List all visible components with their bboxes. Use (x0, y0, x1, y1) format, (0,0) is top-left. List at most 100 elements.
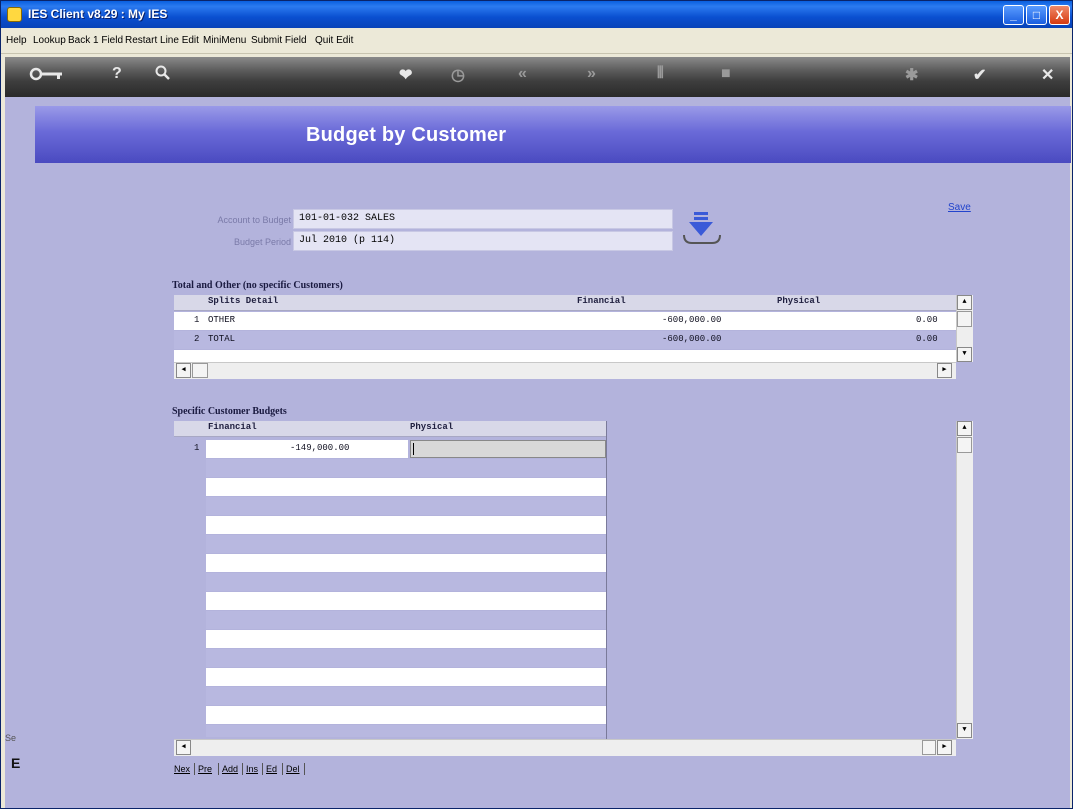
empty-row[interactable] (206, 516, 606, 534)
customers-vscroll[interactable]: ▲ ▼ (956, 421, 973, 739)
menu-bar: Help Lookup Back 1 Field Restart Line Ed… (1, 28, 1072, 54)
key-icon[interactable] (29, 66, 63, 87)
empty-row[interactable] (206, 554, 606, 572)
title-bar[interactable]: IES Client v8.29 : My IES _ □ X (1, 1, 1072, 28)
left-stub-text: Se (5, 733, 17, 743)
table-row[interactable]: 1 OTHER -600,000.00 0.00 (174, 312, 956, 330)
maximize-button[interactable]: □ (1026, 5, 1047, 25)
divider (282, 763, 283, 775)
empty-row[interactable] (206, 611, 606, 629)
fast-forward-icon[interactable]: » (587, 65, 596, 83)
empty-row[interactable] (206, 573, 606, 591)
grid-right-border (606, 421, 607, 739)
scroll-thumb[interactable] (922, 740, 936, 755)
close-button[interactable]: X (1049, 5, 1070, 25)
text-cursor (413, 443, 414, 455)
empty-row[interactable] (206, 478, 606, 496)
scroll-thumb[interactable] (957, 311, 972, 327)
scroll-right-icon[interactable]: ▶ (937, 740, 952, 755)
account-label: Account to Budget (217, 215, 291, 225)
scroll-down-icon[interactable]: ▼ (957, 723, 972, 738)
totals-vscroll[interactable]: ▲ ▼ (956, 295, 973, 362)
scroll-up-icon[interactable]: ▲ (957, 295, 972, 310)
page-banner: Budget by Customer (35, 106, 1071, 163)
empty-row[interactable] (206, 630, 606, 648)
scroll-down-icon[interactable]: ▼ (957, 347, 972, 362)
menu-submit-field[interactable]: Submit Field (251, 35, 307, 46)
table-row[interactable]: 1 -149,000.00 (174, 440, 606, 458)
divider (218, 763, 219, 775)
menu-back-field[interactable]: Back 1 Field (68, 35, 123, 46)
add-button[interactable]: Add (222, 764, 238, 774)
columns-icon[interactable]: ⫴ (657, 65, 664, 83)
left-stub: Se E (5, 721, 35, 806)
edit-button[interactable]: Ed (266, 764, 277, 774)
row-number: 1 (194, 315, 200, 325)
empty-row[interactable] (206, 687, 606, 705)
customers-section-title: Specific Customer Budgets (172, 406, 287, 417)
left-stub-letter: E (11, 755, 21, 771)
close-icon[interactable]: ✕ (1041, 65, 1054, 85)
toolbar: ? ❤ ◷ « » ⫴ ■ ✱ ✔ ✕ (5, 57, 1070, 97)
table-row[interactable]: 2 TOTAL -600,000.00 0.00 (174, 331, 956, 349)
menu-restart-line-edit[interactable]: Restart Line Edit (125, 35, 199, 46)
scroll-thumb[interactable] (192, 363, 208, 378)
physical-input[interactable] (410, 440, 606, 458)
delete-button[interactable]: Del (286, 764, 300, 774)
divider (242, 763, 243, 775)
empty-row[interactable] (206, 592, 606, 610)
scroll-left-icon[interactable]: ◀ (176, 363, 191, 378)
app-window: IES Client v8.29 : My IES _ □ X Help Loo… (0, 0, 1073, 809)
empty-row[interactable] (206, 668, 606, 686)
minimize-button[interactable]: _ (1003, 5, 1024, 25)
row-financial: -149,000.00 (290, 443, 350, 453)
row-number: 2 (194, 334, 200, 344)
insert-button[interactable]: Ins (246, 764, 258, 774)
col-splits-detail: Splits Detail (208, 296, 279, 306)
scroll-up-icon[interactable]: ▲ (957, 421, 972, 436)
customers-hscroll[interactable]: ◀ ▶ (174, 739, 956, 756)
empty-row[interactable] (206, 649, 606, 667)
settings-icon[interactable]: ✱ (905, 65, 918, 85)
menu-minimenu[interactable]: MiniMenu (203, 35, 246, 46)
next-button[interactable]: Nex (174, 764, 190, 774)
download-icon[interactable] (680, 211, 724, 247)
menu-lookup[interactable]: Lookup (33, 35, 66, 46)
empty-row[interactable] (206, 535, 606, 553)
search-icon[interactable] (155, 65, 171, 86)
rewind-icon[interactable]: « (518, 65, 527, 83)
page-title: Budget by Customer (306, 124, 507, 146)
account-field[interactable]: 101-01-032 SALES (293, 209, 673, 229)
empty-row[interactable] (206, 725, 606, 737)
divider (194, 763, 195, 775)
help-icon[interactable]: ? (112, 65, 122, 83)
save-link[interactable]: Save (948, 202, 971, 213)
scroll-thumb[interactable] (957, 437, 972, 453)
empty-row[interactable] (206, 706, 606, 724)
window-title: IES Client v8.29 : My IES (28, 7, 168, 21)
app-icon (7, 7, 22, 22)
totals-header: Splits Detail Financial Physical (174, 295, 956, 311)
menu-quit-edit[interactable]: Quit Edit (315, 35, 353, 46)
col-physical: Physical (410, 422, 454, 432)
period-field[interactable]: Jul 2010 (p 114) (293, 231, 673, 251)
period-label: Budget Period (233, 237, 291, 247)
divider (262, 763, 263, 775)
row-financial: -600,000.00 (662, 315, 722, 325)
totals-hscroll[interactable]: ◀ ▶ (174, 362, 956, 379)
scroll-left-icon[interactable]: ◀ (176, 740, 191, 755)
empty-row[interactable] (206, 497, 606, 515)
empty-row[interactable] (206, 459, 606, 477)
row-physical: 0.00 (916, 315, 938, 325)
financial-cell[interactable]: -149,000.00 (206, 440, 408, 458)
row-detail: OTHER (208, 315, 236, 325)
menu-help[interactable]: Help (6, 35, 27, 46)
previous-button[interactable]: Pre (198, 764, 212, 774)
heart-icon[interactable]: ❤ (399, 65, 412, 85)
row-detail: TOTAL (208, 334, 236, 344)
clock-icon[interactable]: ◷ (451, 65, 465, 85)
col-financial: Financial (208, 422, 257, 432)
scroll-right-icon[interactable]: ▶ (937, 363, 952, 378)
stop-icon[interactable]: ■ (721, 65, 731, 83)
check-icon[interactable]: ✔ (973, 65, 986, 85)
